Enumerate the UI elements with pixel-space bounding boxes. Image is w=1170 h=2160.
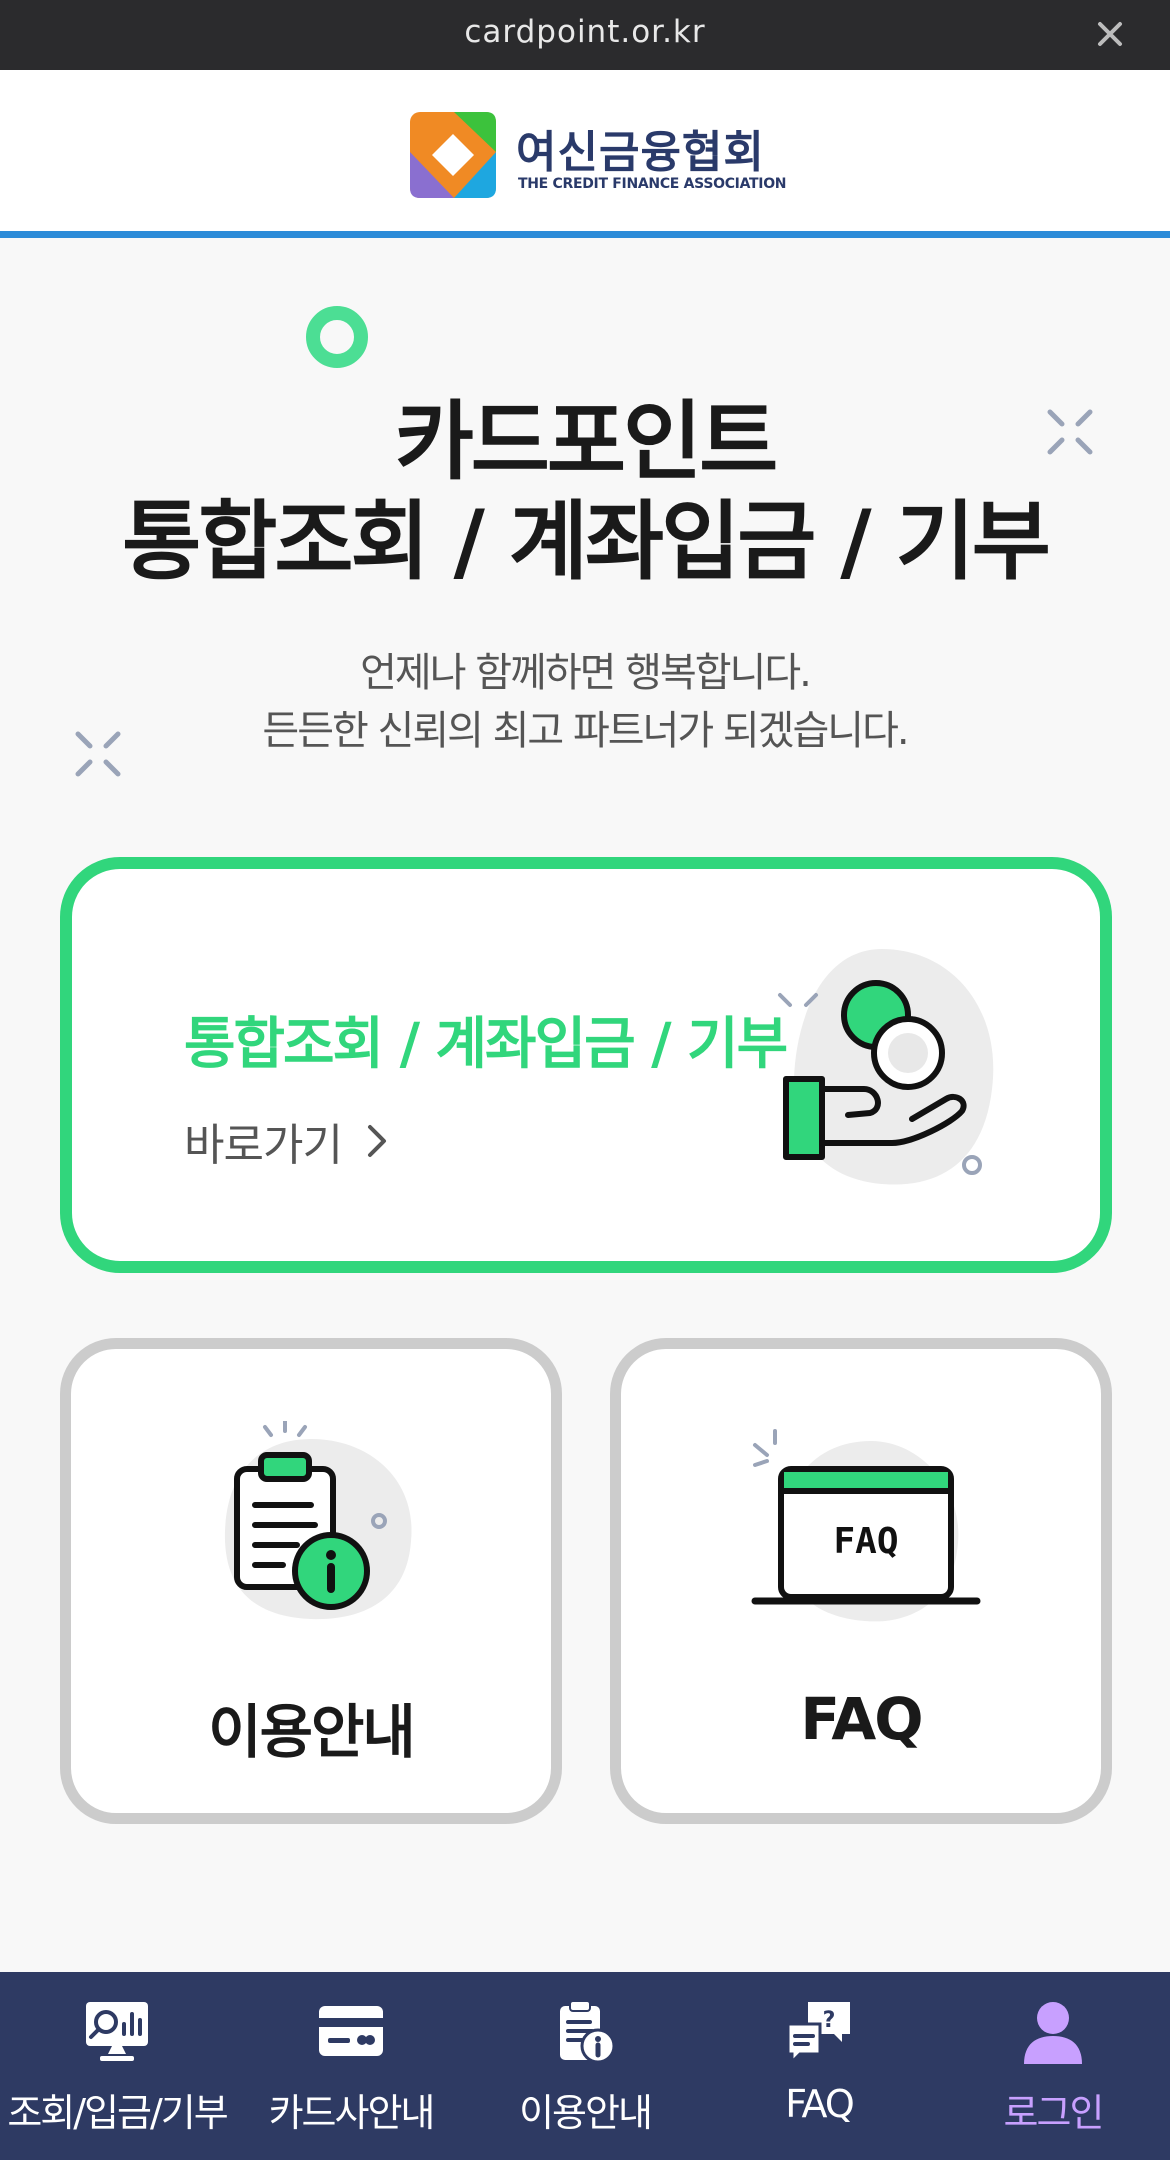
clipboard-info-icon	[224, 1421, 412, 1620]
tab-login-label: 로그인	[1003, 2091, 1105, 2135]
hero-subtitle-line1: 언제나 함께하면 행복합니다.	[360, 650, 812, 696]
url-text[interactable]: cardpoint.or.kr	[0, 14, 1170, 50]
usage-guide-card[interactable]: 이용안내	[60, 1338, 562, 1824]
tab-card-companies[interactable]: 카드사안내	[234, 1972, 468, 2160]
logo-subtitle: THE CREDIT FINANCE ASSOCIATION	[518, 176, 787, 192]
faq-laptop-icon: FAQ	[751, 1429, 981, 1622]
faq-label: FAQ	[800, 1685, 923, 1753]
tab-card-companies-label: 카드사안내	[268, 2091, 436, 2135]
chevron-right-icon	[368, 1125, 386, 1157]
credit-card-icon	[319, 2006, 383, 2056]
faq-chat-icon: ?	[786, 2002, 850, 2064]
main-service-card[interactable]: 통합조회 / 계좌입금 / 기부 바로가기	[60, 857, 1112, 1273]
usage-guide-label: 이용안내	[208, 1698, 415, 1766]
logo[interactable]: 여신금융협회 THE CREDIT FINANCE ASSOCIATION	[410, 112, 787, 202]
hero-subtitle-line2: 든든한 신뢰의 최고 파트너가 되겠습니다.	[262, 708, 909, 754]
close-icon[interactable]	[1090, 14, 1130, 54]
tab-faq[interactable]: ? FAQ	[702, 1972, 936, 2160]
tab-faq-label: FAQ	[785, 2082, 855, 2126]
tab-usage-guide-label: 이용안내	[519, 2091, 653, 2135]
tab-inquiry-label: 조회/입금/기부	[7, 2091, 228, 2135]
logo-name: 여신금융협회	[516, 127, 765, 178]
tab-usage-guide[interactable]: 이용안내	[468, 1972, 702, 2160]
clipboard-info-icon	[560, 2000, 616, 2064]
ring-decoration	[306, 306, 368, 368]
search-chart-icon	[86, 2002, 148, 2061]
svg-text:FAQ: FAQ	[833, 1521, 898, 1562]
tab-login[interactable]: 로그인	[936, 1972, 1170, 2160]
faq-card[interactable]: FAQ FAQ	[610, 1338, 1112, 1824]
user-icon	[1024, 2002, 1082, 2064]
main-card-title: 통합조회 / 계좌입금 / 기부	[184, 1012, 788, 1077]
hero-title-line1: 카드포인트	[394, 392, 779, 492]
bottom-tab-bar: 조회/입금/기부 카드사안내 이용안내 ? FAQ 로그인	[0, 1972, 1170, 2160]
coin-hand-icon	[778, 949, 994, 1185]
site-header: 여신금융협회 THE CREDIT FINANCE ASSOCIATION	[0, 70, 1170, 238]
logo-mark-icon	[410, 112, 496, 198]
browser-url-bar: cardpoint.or.kr	[0, 0, 1170, 70]
svg-text:?: ?	[823, 2008, 836, 2033]
tab-inquiry[interactable]: 조회/입금/기부	[0, 1972, 234, 2160]
hero-title-line2: 통합조회 / 계좌입금 / 기부	[122, 492, 1051, 592]
shortcut-link[interactable]: 바로가기	[184, 1109, 343, 1173]
